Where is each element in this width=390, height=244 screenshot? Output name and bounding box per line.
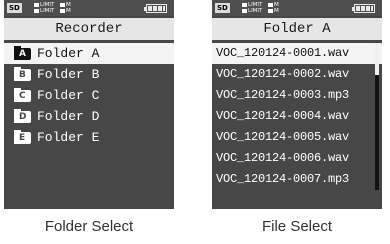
folder-item[interactable]: C Folder C [4, 85, 174, 106]
folder-icon: E [14, 130, 31, 144]
limit-indicator: LIMIT LIMIT [34, 2, 54, 14]
caption-folder-select: Folder Select [44, 218, 134, 235]
file-item[interactable]: VOC_120124-0004.wav [212, 106, 382, 127]
folder-select-screen: SD LIMIT LIMIT M M Recorder A Folder A B Fo… [4, 0, 174, 209]
folder-item[interactable]: E Folder E [4, 127, 174, 148]
folder-label: Folder B [37, 67, 100, 82]
file-label: VOC_120124-0003.mp3 [216, 88, 350, 102]
battery-icon [352, 4, 375, 13]
file-label: VOC_120124-0007.mp3 [216, 172, 350, 186]
screen-title: Recorder [4, 18, 174, 40]
scrollbar-thumb[interactable] [375, 43, 379, 75]
file-item[interactable]: VOC_120124-0006.wav [212, 148, 382, 169]
file-select-screen: SD LIMIT LIMIT M M Folder A VOC_120124-0… [212, 0, 382, 209]
limit-indicator: LIMIT LIMIT [242, 2, 262, 14]
scrollbar[interactable] [375, 43, 379, 190]
battery-icon [144, 4, 167, 13]
file-label: VOC_120124-0002.wav [216, 67, 350, 81]
screen-title: Folder A [212, 18, 382, 40]
mode-indicator: M M [60, 2, 71, 14]
file-label: VOC_120124-0001.wav [216, 46, 350, 60]
folder-label: Folder E [37, 130, 100, 145]
folder-item[interactable]: A Folder A [4, 43, 174, 64]
folder-item[interactable]: D Folder D [4, 106, 174, 127]
file-list: VOC_120124-0001.wav VOC_120124-0002.wav VO… [212, 43, 382, 190]
sd-card-icon: SD [215, 3, 230, 13]
file-item[interactable]: VOC_120124-0005.wav [212, 127, 382, 148]
file-item[interactable]: VOC_120124-0003.mp3 [212, 85, 382, 106]
folder-list: A Folder A B Folder B C Folder C D Folder D E Fol… [4, 43, 174, 148]
status-bar: SD LIMIT LIMIT M M [4, 0, 174, 16]
folder-icon: D [14, 109, 31, 123]
folder-item[interactable]: B Folder B [4, 64, 174, 85]
sd-card-icon: SD [7, 3, 22, 13]
folder-icon: C [14, 88, 31, 102]
file-item[interactable]: VOC_120124-0001.wav [212, 43, 382, 64]
folder-label: Folder A [37, 46, 100, 61]
folder-label: Folder C [37, 88, 100, 103]
file-item[interactable]: VOC_120124-0007.mp3 [212, 169, 382, 190]
status-bar: SD LIMIT LIMIT M M [212, 0, 382, 16]
folder-label: Folder D [37, 109, 100, 124]
file-item[interactable]: VOC_120124-0002.wav [212, 64, 382, 85]
file-label: VOC_120124-0005.wav [216, 130, 350, 144]
caption-file-select: File Select [261, 218, 333, 235]
file-label: VOC_120124-0004.wav [216, 109, 350, 123]
mode-indicator: M M [268, 2, 279, 14]
folder-icon: B [14, 67, 31, 81]
file-label: VOC_120124-0006.wav [216, 151, 350, 165]
folder-icon: A [14, 46, 31, 60]
